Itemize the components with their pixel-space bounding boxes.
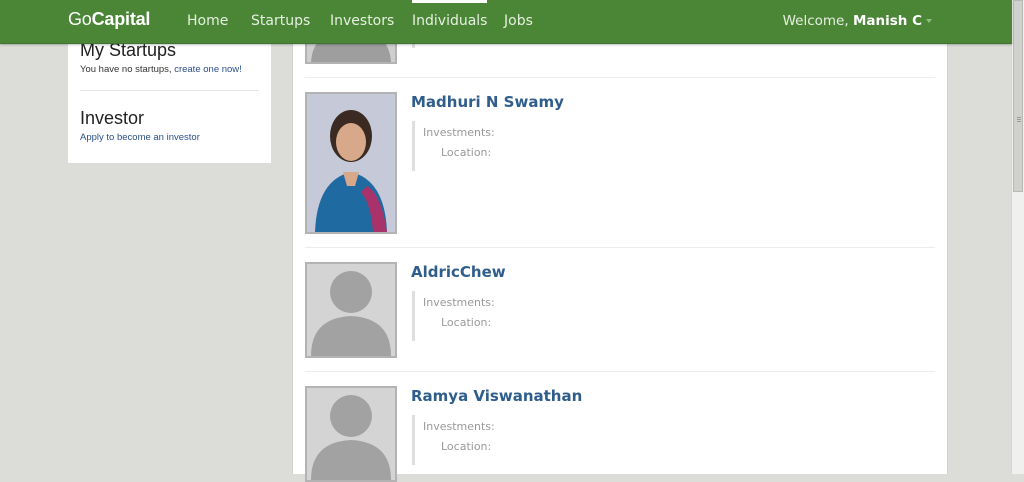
row-separator: [305, 77, 935, 78]
scrollbar-thumb[interactable]: [1013, 0, 1023, 192]
nav-individuals[interactable]: Individuals: [412, 0, 488, 43]
location-label: Location:: [441, 440, 492, 453]
nav-jobs[interactable]: Jobs: [504, 0, 533, 43]
individuals-list-panel: Madhuri N Swamy Investments: Location: A…: [292, 0, 948, 482]
nav-startups[interactable]: Startups: [251, 0, 310, 43]
scrollbar-grip: [1017, 117, 1021, 118]
investments-label: Investments:: [423, 296, 495, 309]
detail-bar: [412, 291, 415, 341]
brand-capital: Capital: [91, 9, 151, 29]
nav-home[interactable]: Home: [187, 0, 228, 43]
apply-investor-link[interactable]: Apply to become an investor: [80, 132, 200, 143]
page-scrollbar[interactable]: [1011, 0, 1024, 474]
person-name[interactable]: Madhuri N Swamy: [411, 93, 564, 111]
sidebar: My Startups You have no startups, create…: [68, 30, 271, 163]
sidebar-divider: [80, 90, 259, 91]
location-label: Location:: [441, 146, 492, 159]
person-photo-aldric[interactable]: [305, 262, 397, 358]
nav-investors[interactable]: Investors: [330, 0, 394, 43]
detail-bar: [412, 121, 415, 171]
investments-label: Investments:: [423, 126, 495, 139]
person-name[interactable]: Ramya Viswanathan: [411, 387, 582, 405]
scrollbar-grip: [1017, 121, 1021, 122]
row-separator: [305, 247, 935, 248]
person-name[interactable]: AldricChew: [411, 263, 506, 281]
location-label: Location:: [441, 316, 492, 329]
startups-text: You have no startups, create one now!: [80, 64, 242, 75]
user-menu[interactable]: Welcome, Manish C: [783, 0, 932, 43]
top-navbar: GoCapital Home Startups Investors Indivi…: [0, 0, 1012, 44]
no-startups-text: You have no startups,: [80, 64, 172, 75]
chevron-down-icon: [926, 19, 932, 23]
investments-label: Investments:: [423, 420, 495, 433]
person-photo-madhuri[interactable]: [305, 92, 397, 234]
row-separator: [305, 371, 935, 372]
investor-heading: Investor: [80, 108, 145, 128]
create-startup-link[interactable]: create one now!: [174, 64, 242, 75]
user-name: Manish C: [852, 13, 922, 29]
welcome-text: Welcome,: [782, 13, 849, 29]
scrollbar-grip: [1017, 119, 1021, 120]
brand-go: Go: [68, 9, 92, 29]
person-photo-ramya[interactable]: [305, 386, 397, 482]
detail-bar: [412, 415, 415, 465]
brand-logo[interactable]: GoCapital: [68, 9, 150, 30]
